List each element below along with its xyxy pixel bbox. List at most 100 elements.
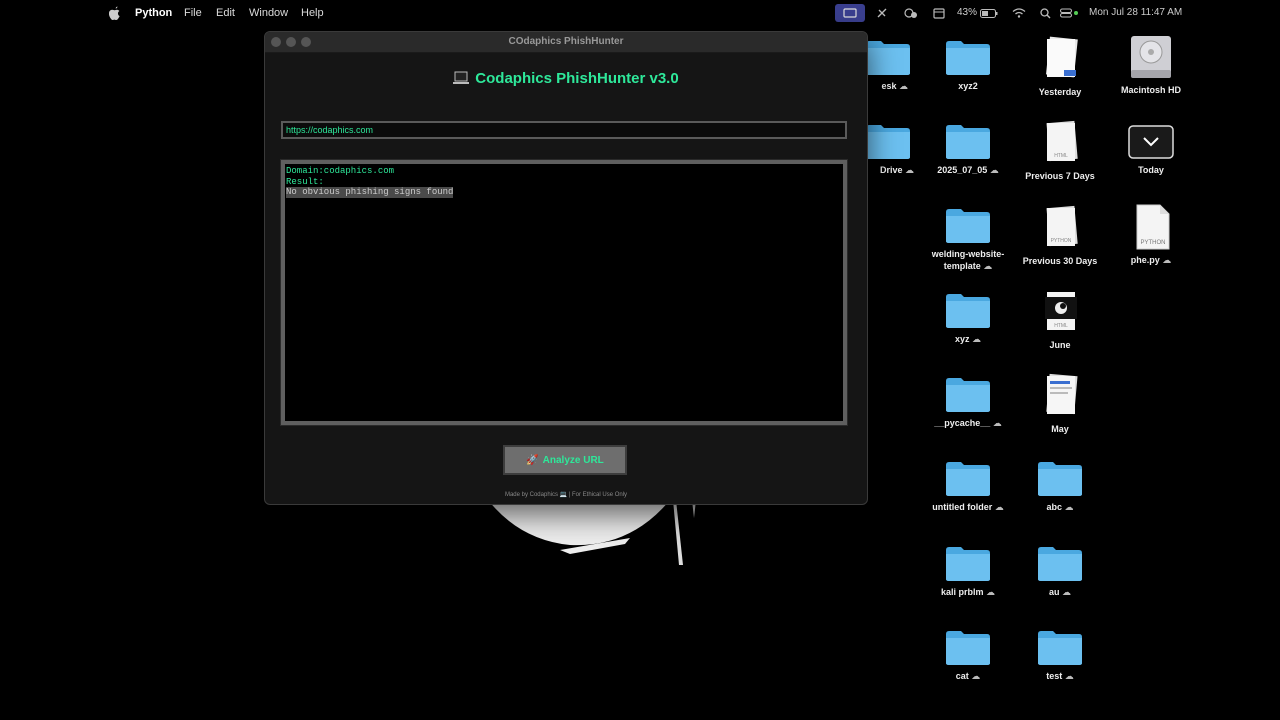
desktop-item-label: May [1051,424,1069,434]
desktop-item-may[interactable]: May [1015,373,1105,435]
desktop-item-label: abc [1046,502,1062,512]
menu-file[interactable]: File [184,7,202,19]
menu-bar: Python File Edit Window Help 43% Mon Jul [0,0,1280,26]
folder-icon [1037,628,1083,666]
folder-icon [1037,544,1083,582]
apple-menu-icon[interactable] [109,6,121,20]
menubar-clock[interactable]: Mon Jul 28 11:47 AM [1089,7,1182,18]
desktop-item-untitled-folder[interactable]: untitled folder ☁ [923,459,1013,513]
icloud-icon: ☁ [983,261,993,271]
desktop-item-label: untitled folder [932,502,993,512]
desktop-item-welding-website-template[interactable]: welding-website-template ☁ [923,206,1013,272]
desktop-item-label: Previous 30 Days [1022,256,1098,266]
document-stack-icon: HTML [1042,120,1078,166]
menu-window[interactable]: Window [249,7,288,19]
folder-icon [1037,459,1083,497]
desktop-item-2025-07-05[interactable]: 2025_07_05 ☁ [923,122,1013,176]
menu-help[interactable]: Help [301,7,324,19]
cloud-sync-icon[interactable] [903,4,919,22]
control-center-icon[interactable] [1059,4,1081,22]
wallpaper-art [488,500,696,565]
phishhunter-window: COdaphics PhishHunter Codaphics PhishHun… [264,31,868,505]
folder-icon [945,122,991,160]
desktop-item-kali-prblm[interactable]: kali prblm ☁ [923,544,1013,598]
wifi-icon[interactable] [1011,4,1027,22]
desktop-item-label: xyz2 [958,81,978,91]
desktop-item-label: cat [955,671,969,681]
document-stack-icon [1042,36,1078,82]
folder-icon [945,38,991,76]
desktop-item-label: au [1048,587,1060,597]
output-result-label: Result: [286,176,324,187]
desktop-item-xyz[interactable]: xyz ☁ [923,291,1013,345]
desktop-item-june[interactable]: HTML June [1015,289,1105,351]
icloud-icon: ☁ [971,671,981,681]
laptop-icon [453,71,470,84]
battery-icon[interactable] [979,4,999,22]
window-titlebar[interactable]: COdaphics PhishHunter [265,32,867,53]
folder-icon [945,206,991,244]
icloud-icon: ☁ [1062,587,1072,597]
analysis-output[interactable]: Domain:codaphics.com Result: No obvious … [280,159,848,426]
desktop-item-previous-7-days[interactable]: HTML Previous 7 Days [1015,120,1105,182]
desktop-item-test[interactable]: test ☁ [1015,628,1105,682]
app-heading-text: Codaphics PhishHunter v3.0 [475,70,679,87]
desktop-item-label: esk [881,81,897,91]
icloud-icon: ☁ [989,165,999,175]
hard-drive-icon [1129,34,1173,80]
icloud-icon: ☁ [972,334,982,344]
folder-icon [945,375,991,413]
desktop-item-cat[interactable]: cat ☁ [923,628,1013,682]
analyze-url-button[interactable]: 🚀 Analyze URL [503,445,627,475]
menu-app-python[interactable]: Python [135,7,172,19]
desktop-item-pycache[interactable]: __pycache__ ☁ [923,375,1013,429]
desktop-item-yesterday[interactable]: Yesterday [1015,36,1105,98]
folder-icon [945,291,991,329]
folder-icon [945,544,991,582]
icloud-icon: ☁ [986,587,996,597]
output-domain-line: Domain:codaphics.com [286,166,395,176]
desktop-item-label: Macintosh HD [1120,85,1181,95]
svg-text:HTML: HTML [1054,323,1068,329]
folder-icon [865,122,911,160]
svg-text:PYTHON: PYTHON [1140,240,1165,246]
menu-edit[interactable]: Edit [216,7,235,19]
desktop-item-xyz2[interactable]: xyz2 [923,38,1013,92]
desktop-item-previous-30-days[interactable]: PYTHON Previous 30 Days [1015,205,1105,267]
desktop-item-label: test [1046,671,1063,681]
icloud-icon: ☁ [992,418,1002,428]
analyze-url-label: Analyze URL [542,454,604,466]
calendar-icon[interactable] [932,4,946,22]
rocket-icon: 🚀 [526,454,539,466]
desktop-item-label: xyz [954,334,970,344]
icloud-icon: ☁ [1064,671,1074,681]
desktop-item-label: June [1049,340,1071,350]
app-footer: Made by Codaphics 💻 | For Ethical Use On… [504,492,628,498]
folder-icon [945,628,991,666]
tools-icon[interactable] [875,4,889,22]
icloud-icon: ☁ [899,81,908,91]
desktop-item-label: Drive [879,165,903,175]
desktop-item-phe-py[interactable]: PYTHON phe.py ☁ [1106,204,1196,266]
folder-icon [945,459,991,497]
desktop-item-label: __pycache__ [934,418,991,428]
icloud-icon: ☁ [994,502,1004,512]
search-icon[interactable] [1038,4,1052,22]
desktop-item-abc[interactable]: abc ☁ [1015,459,1105,513]
output-result-text: No obvious phishing signs found [286,187,454,198]
desktop-item-label: 2025_07_05 [937,165,988,175]
desktop-item-au[interactable]: au ☁ [1015,544,1105,598]
folder-icon [865,38,911,76]
desktop-item-label: phe.py [1130,255,1160,265]
desktop-item-today[interactable]: Today [1106,122,1196,176]
desktop-item-label: kali prblm [940,587,984,597]
stack-collapse-icon [1128,122,1174,160]
url-input[interactable]: https://codaphics.com [281,121,847,139]
python-file-icon: PYTHON [1133,204,1170,250]
desktop-item-macintosh-hd[interactable]: Macintosh HD [1106,34,1196,96]
desktop-item-label: Today [1138,165,1164,175]
screen-record-icon[interactable] [835,4,865,22]
document-stack-icon: HTML [1042,289,1078,335]
desktop-item-label: welding-website-template [931,249,1005,271]
desktop-item-label: Previous 7 Days [1025,171,1095,181]
